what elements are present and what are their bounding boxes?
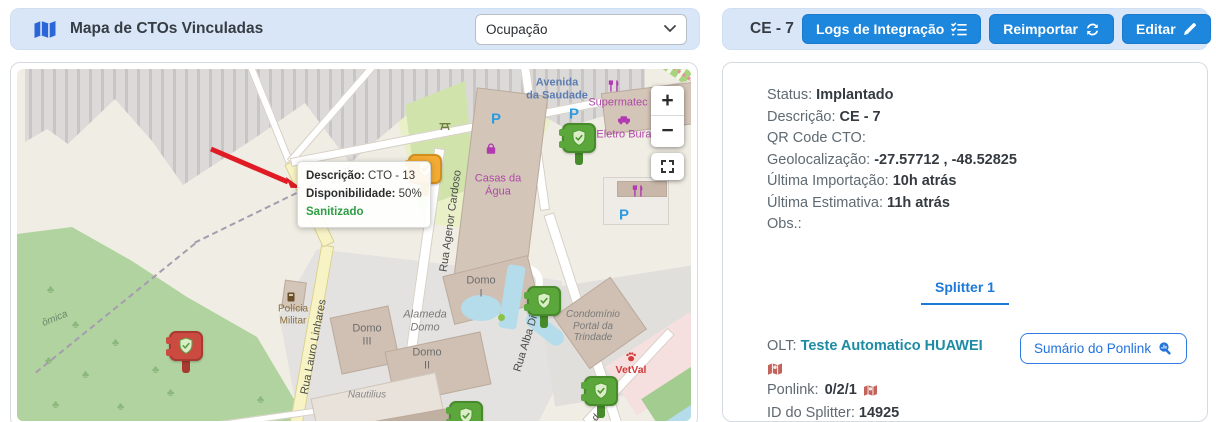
olt-label: OLT: xyxy=(767,338,797,354)
detail-row: QR Code CTO: xyxy=(767,128,1017,150)
cto-marker-ok[interactable] xyxy=(562,123,596,165)
cto-marker-alert[interactable] xyxy=(169,331,203,373)
tooltip-disp-line: Disponibilidade: 50% xyxy=(306,186,422,204)
tab-splitter-1[interactable]: Splitter 1 xyxy=(921,279,1009,305)
ponlink-summary-label: Sumário do Ponlink xyxy=(1034,341,1151,356)
detail-row: Geolocalização: -27.57712 , -48.52825 xyxy=(767,150,1017,172)
fullscreen-icon xyxy=(661,160,674,173)
olt-map-link[interactable] xyxy=(767,362,783,376)
detail-row: Última Importação: 10h atrás xyxy=(767,171,1017,193)
cto-detail-card: Status: ImplantadoDescrição: CE - 7QR Co… xyxy=(722,62,1208,422)
zoom-out-button[interactable]: − xyxy=(651,116,684,146)
cto-tooltip: Descrição: CTO - 13 Disponibilidade: 50%… xyxy=(297,161,431,228)
detail-row: Status: Implantado xyxy=(767,85,1017,107)
map-shape xyxy=(461,295,501,321)
map-shape xyxy=(617,181,667,197)
reimport-button[interactable]: Reimportar xyxy=(989,14,1114,44)
splitter-id-value: 14925 xyxy=(859,405,899,421)
fullscreen-button[interactable] xyxy=(651,153,684,180)
occupation-select-value: Ocupação xyxy=(486,22,548,37)
chevron-down-icon xyxy=(664,25,676,33)
detail-row: Última Estimativa: 11h atrás xyxy=(767,193,1017,215)
map-marked-icon[interactable] xyxy=(863,384,878,397)
logs-integration-button[interactable]: Logs de Integração xyxy=(802,14,981,44)
map-card: Descrição: CTO - 13 Disponibilidade: 50%… xyxy=(10,62,698,422)
ponlink-value: 0/2/1 xyxy=(825,382,857,398)
cto-panel-header: CE - 7 Logs de Integração Reimportar Edi… xyxy=(722,8,1208,50)
map-zoom-control: + − xyxy=(651,86,684,147)
edit-button-label: Editar xyxy=(1136,21,1176,37)
detail-row: Descrição: CE - 7 xyxy=(767,107,1017,129)
detail-row: Obs.: xyxy=(767,214,1017,236)
splitter-id-label: ID do Splitter: xyxy=(767,405,855,421)
edit-button[interactable]: Editar xyxy=(1122,14,1211,44)
details-list: Status: ImplantadoDescrição: CE - 7QR Co… xyxy=(767,85,1017,236)
cto-marker-ok[interactable] xyxy=(527,286,561,328)
cto-marker-ok[interactable] xyxy=(449,401,483,421)
ponlink-summary-button[interactable]: Sumário do Ponlink xyxy=(1020,333,1187,364)
olt-value[interactable]: Teste Automatico HUAWEI xyxy=(801,338,983,354)
sync-icon xyxy=(1085,22,1100,37)
page: Mapa de CTOs Vinculadas Ocupação Descriç… xyxy=(0,0,1216,422)
logs-button-label: Logs de Integração xyxy=(816,21,944,37)
ponlink-row: Ponlink: 0/2/1 xyxy=(767,382,878,398)
zoom-in-button[interactable]: + xyxy=(651,86,684,116)
map-icon xyxy=(33,19,57,40)
splitter-id-row: ID do Splitter: 14925 xyxy=(767,405,899,421)
map-canvas[interactable]: Descrição: CTO - 13 Disponibilidade: 50%… xyxy=(17,69,691,421)
tooltip-desc-line: Descrição: CTO - 13 xyxy=(306,168,422,186)
tooltip-status: Sanitizado xyxy=(306,204,422,222)
tasks-list-icon xyxy=(951,22,967,36)
reimport-button-label: Reimportar xyxy=(1003,21,1078,37)
cto-panel-title: CE - 7 xyxy=(750,20,794,38)
map-shape xyxy=(498,314,505,321)
ponlink-label: Ponlink: xyxy=(767,382,819,398)
map-panel-title: Mapa de CTOs Vinculadas xyxy=(70,20,263,38)
map-marked-icon xyxy=(767,362,783,376)
map-panel-header: Mapa de CTOs Vinculadas Ocupação xyxy=(10,8,700,50)
occupation-select[interactable]: Ocupação xyxy=(475,14,687,45)
splitter-tabs: Splitter 1 xyxy=(723,279,1207,305)
olt-row: OLT: Teste Automatico HUAWEI xyxy=(767,338,983,354)
pencil-icon xyxy=(1183,22,1197,36)
cto-marker-ok[interactable] xyxy=(584,376,618,418)
map-shape xyxy=(281,280,307,311)
search-chart-icon xyxy=(1158,341,1173,356)
